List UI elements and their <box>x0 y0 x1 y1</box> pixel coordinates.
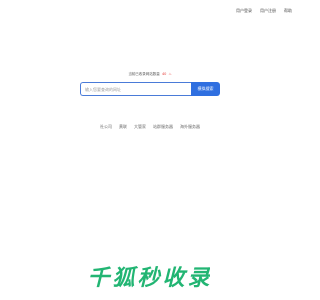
quick-link-company[interactable]: 社公司 <box>100 124 112 130</box>
nav-register-link[interactable]: 用户注册 <box>260 8 276 14</box>
quick-link-steward[interactable]: 大管家 <box>134 124 146 130</box>
quick-link-huanglian[interactable]: 黄联 <box>119 124 127 130</box>
brand-logo: 千狐秒收录 <box>0 263 300 291</box>
quick-link-overseas-server[interactable]: 海外服务器 <box>180 124 200 130</box>
quick-links: 社公司 黄联 大管家 站群服务器 海外服务器 <box>0 124 300 130</box>
nav-login-link[interactable]: 用户登录 <box>236 8 252 14</box>
site-count-label: 当前已收录网站数量 <box>128 72 160 76</box>
search-bar: 模拟搜索 <box>80 82 220 96</box>
fire-icon: ♨ <box>168 72 172 76</box>
brand-logo-text: 千狐秒收录 <box>90 266 210 291</box>
top-nav: 用户登录 用户注册 帮助 <box>236 8 292 14</box>
search-button[interactable]: 模拟搜索 <box>191 82 220 96</box>
site-count-notice: 当前已收录网站数量 40 ♨ <box>0 72 300 77</box>
site-count-value: 40 <box>161 72 167 76</box>
search-input[interactable] <box>80 82 191 96</box>
quick-link-site-group-server[interactable]: 站群服务器 <box>153 124 173 130</box>
nav-help-link[interactable]: 帮助 <box>284 8 292 14</box>
